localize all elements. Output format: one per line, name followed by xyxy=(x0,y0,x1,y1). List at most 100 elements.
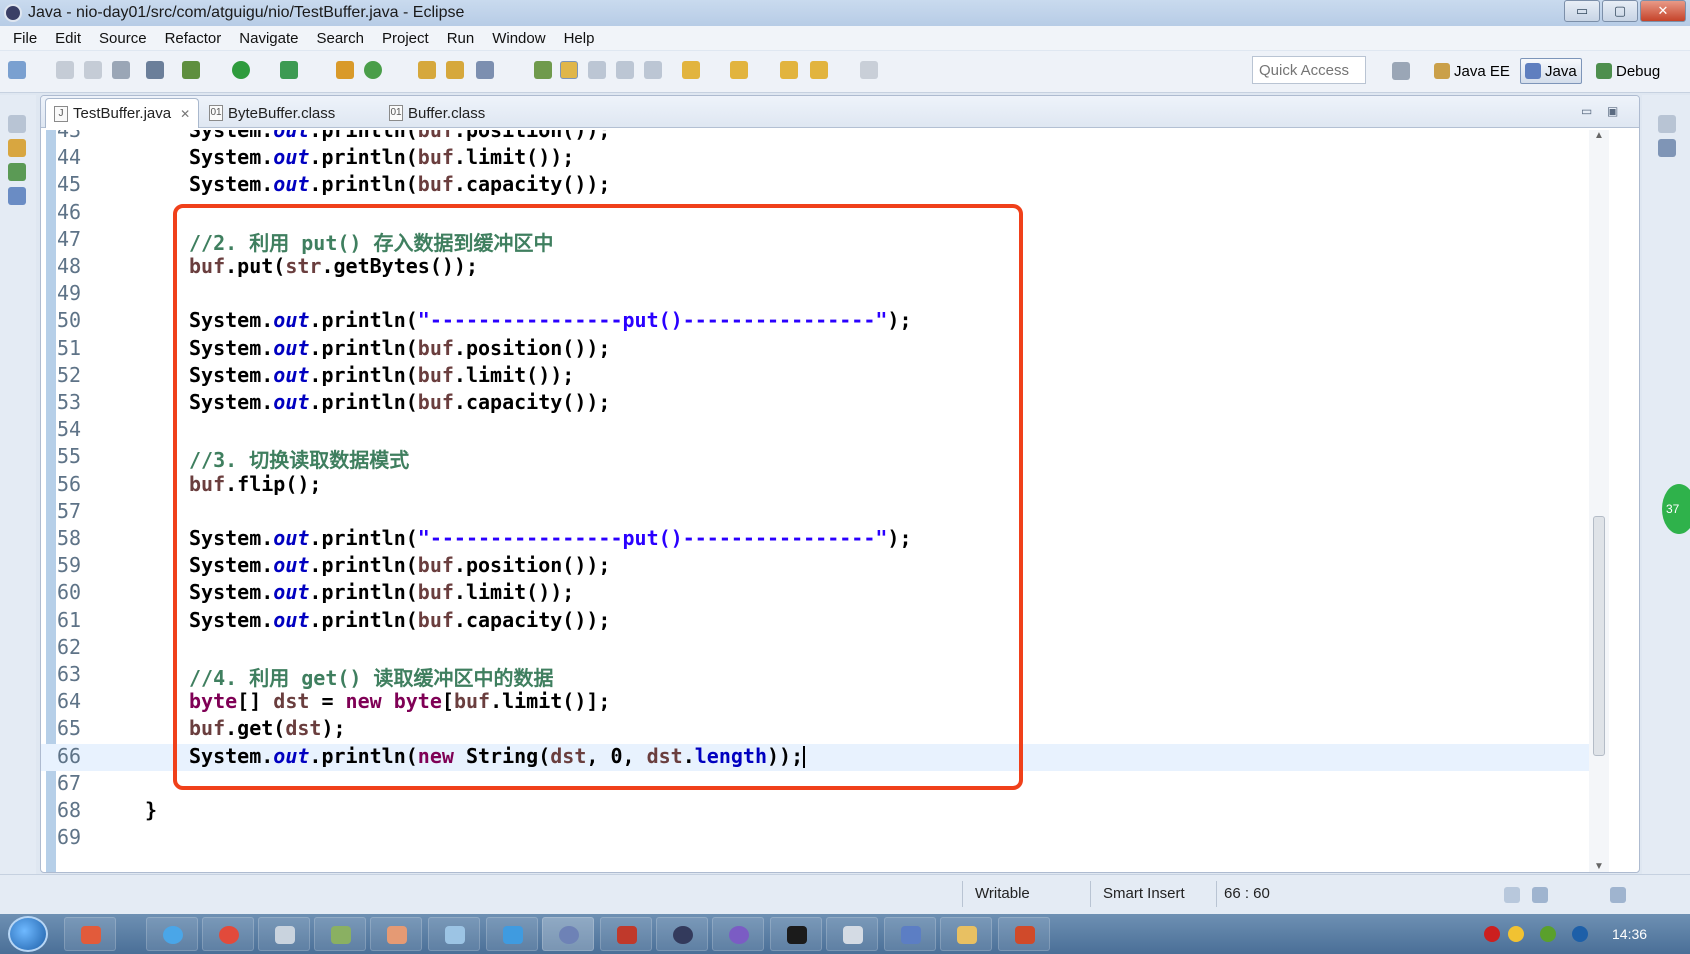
tray-app-icon[interactable] xyxy=(1540,926,1556,942)
save-icon[interactable] xyxy=(56,61,74,79)
quick-access-input[interactable] xyxy=(1252,56,1366,84)
start-button[interactable] xyxy=(8,916,48,952)
tab-buffer-class[interactable]: 01 Buffer.class xyxy=(381,98,493,128)
taskbar-app-icon[interactable] xyxy=(617,926,637,944)
taskbar-app-icon[interactable] xyxy=(673,926,693,944)
line-number: 46 xyxy=(57,199,82,224)
tray-app-icon[interactable] xyxy=(1508,926,1524,942)
print-icon[interactable] xyxy=(112,61,130,79)
line-number: 44 xyxy=(57,145,82,170)
new-class-icon[interactable] xyxy=(364,61,382,79)
type-hierarchy-icon[interactable] xyxy=(8,163,26,181)
ie-icon[interactable] xyxy=(163,926,183,944)
last-edit-icon[interactable] xyxy=(780,61,798,79)
close-tab-icon[interactable]: ✕ xyxy=(180,107,190,121)
maximize-button[interactable]: ▢ xyxy=(1602,0,1638,22)
menu-file[interactable]: File xyxy=(4,30,46,47)
forward-icon[interactable] xyxy=(860,61,878,79)
console-icon[interactable] xyxy=(787,926,807,944)
menu-refactor[interactable]: Refactor xyxy=(156,30,231,47)
bluetooth-icon[interactable] xyxy=(1572,926,1588,942)
code-line[interactable]: 45 System.out.println(buf.capacity()); xyxy=(41,172,1601,199)
minimize-editor-icon[interactable]: ▭ xyxy=(1581,104,1592,118)
restore-right-icon[interactable] xyxy=(1658,115,1676,133)
taskbar-app-icon[interactable] xyxy=(275,926,295,944)
new-java-project-icon[interactable] xyxy=(336,61,354,79)
restore-icon[interactable] xyxy=(8,115,26,133)
tab-bytebuffer-class[interactable]: 01 ByteBuffer.class xyxy=(201,98,343,128)
taskbar-app-icon[interactable] xyxy=(729,926,749,944)
taskbar-clock[interactable]: 14:36 xyxy=(1612,926,1647,942)
line-number: 56 xyxy=(57,471,82,496)
tab-testbuffer-java[interactable]: J TestBuffer.java ✕ xyxy=(45,98,200,128)
status-insert-mode: Smart Insert xyxy=(1103,885,1185,902)
menu-help[interactable]: Help xyxy=(555,30,604,47)
taskbar-app-icon[interactable] xyxy=(331,926,351,944)
language-icon[interactable] xyxy=(1532,887,1548,903)
perspective-java-ee[interactable]: Java EE xyxy=(1430,58,1514,84)
taskbar-app-icon[interactable] xyxy=(503,926,523,944)
settings-icon[interactable] xyxy=(1610,887,1626,903)
taskbar-app-icon[interactable] xyxy=(901,926,921,944)
vertical-scrollbar[interactable]: ▲ ▼ xyxy=(1589,130,1609,872)
menu-run[interactable]: Run xyxy=(438,30,484,47)
next-annotation-icon[interactable] xyxy=(682,61,700,79)
screen: Java - nio-day01/src/com/atguigu/nio/Tes… xyxy=(0,0,1690,954)
open-perspective-icon[interactable] xyxy=(1392,62,1410,80)
new-icon[interactable] xyxy=(8,61,26,79)
debug-icon[interactable] xyxy=(182,61,200,79)
floating-badge[interactable]: 37 xyxy=(1662,484,1690,534)
open-type-icon[interactable] xyxy=(418,61,436,79)
line-number: 54 xyxy=(57,417,82,442)
menu-navigate[interactable]: Navigate xyxy=(230,30,307,47)
code-line[interactable]: 44 System.out.println(buf.limit()); xyxy=(41,145,1601,172)
toggle-highlight-icon[interactable] xyxy=(560,61,578,79)
pilcrow-icon[interactable] xyxy=(644,61,662,79)
window-title-bar[interactable]: Java - nio-day01/src/com/atguigu/nio/Tes… xyxy=(0,0,1690,26)
taskbar-app-icon[interactable] xyxy=(81,926,101,944)
open-task-icon[interactable] xyxy=(446,61,464,79)
menu-search[interactable]: Search xyxy=(307,30,373,47)
scroll-down-icon[interactable]: ▼ xyxy=(1594,861,1604,872)
powerpoint-icon[interactable] xyxy=(1015,926,1035,944)
line-number: 65 xyxy=(57,716,82,741)
scroll-up-icon[interactable]: ▲ xyxy=(1594,130,1604,141)
previous-annotation-icon[interactable] xyxy=(730,61,748,79)
maximize-editor-icon[interactable]: ▣ xyxy=(1607,104,1618,118)
minimize-button[interactable]: ▭ xyxy=(1564,0,1600,22)
block-selection-icon[interactable] xyxy=(588,61,606,79)
perspective-java-ee-label: Java EE xyxy=(1454,62,1510,80)
record-icon[interactable] xyxy=(1484,926,1500,942)
back-icon[interactable] xyxy=(810,61,828,79)
run-external-tools-icon[interactable] xyxy=(280,61,298,79)
perspective-java[interactable]: Java xyxy=(1520,58,1582,84)
perspective-java-label: Java xyxy=(1545,62,1577,80)
vertical-scroll-thumb[interactable] xyxy=(1593,516,1605,756)
eclipse-taskbar-icon[interactable] xyxy=(559,926,579,944)
perspective-debug[interactable]: Debug xyxy=(1592,58,1664,84)
show-whitespace-icon[interactable] xyxy=(616,61,634,79)
menu-source[interactable]: Source xyxy=(90,30,156,47)
explorer-icon[interactable] xyxy=(957,926,977,944)
menu-project[interactable]: Project xyxy=(373,30,438,47)
code-text: System.out.println(buf.position()); xyxy=(189,130,611,142)
code-line[interactable]: 69 xyxy=(41,825,1601,852)
code-line[interactable]: 68} xyxy=(41,798,1601,825)
search-icon[interactable] xyxy=(476,61,494,79)
code-line[interactable]: 43 System.out.println(buf.position()); xyxy=(41,130,1601,145)
close-button[interactable]: ✕ xyxy=(1640,0,1686,22)
taskbar-app-icon[interactable] xyxy=(445,926,465,944)
package-explorer-icon[interactable] xyxy=(8,139,26,157)
save-all-icon[interactable] xyxy=(84,61,102,79)
task-list-icon[interactable] xyxy=(1658,139,1676,157)
taskbar-app-icon[interactable] xyxy=(387,926,407,944)
toggle-mark-occurrences-icon[interactable] xyxy=(534,61,552,79)
taskbar-app-icon[interactable] xyxy=(843,926,863,944)
run-icon[interactable] xyxy=(232,61,250,79)
outline-icon[interactable] xyxy=(8,187,26,205)
skip-breakpoints-icon[interactable] xyxy=(146,61,164,79)
menu-window[interactable]: Window xyxy=(483,30,554,47)
menu-edit[interactable]: Edit xyxy=(46,30,90,47)
chrome-icon[interactable] xyxy=(219,926,239,944)
ime-icon[interactable] xyxy=(1504,887,1520,903)
